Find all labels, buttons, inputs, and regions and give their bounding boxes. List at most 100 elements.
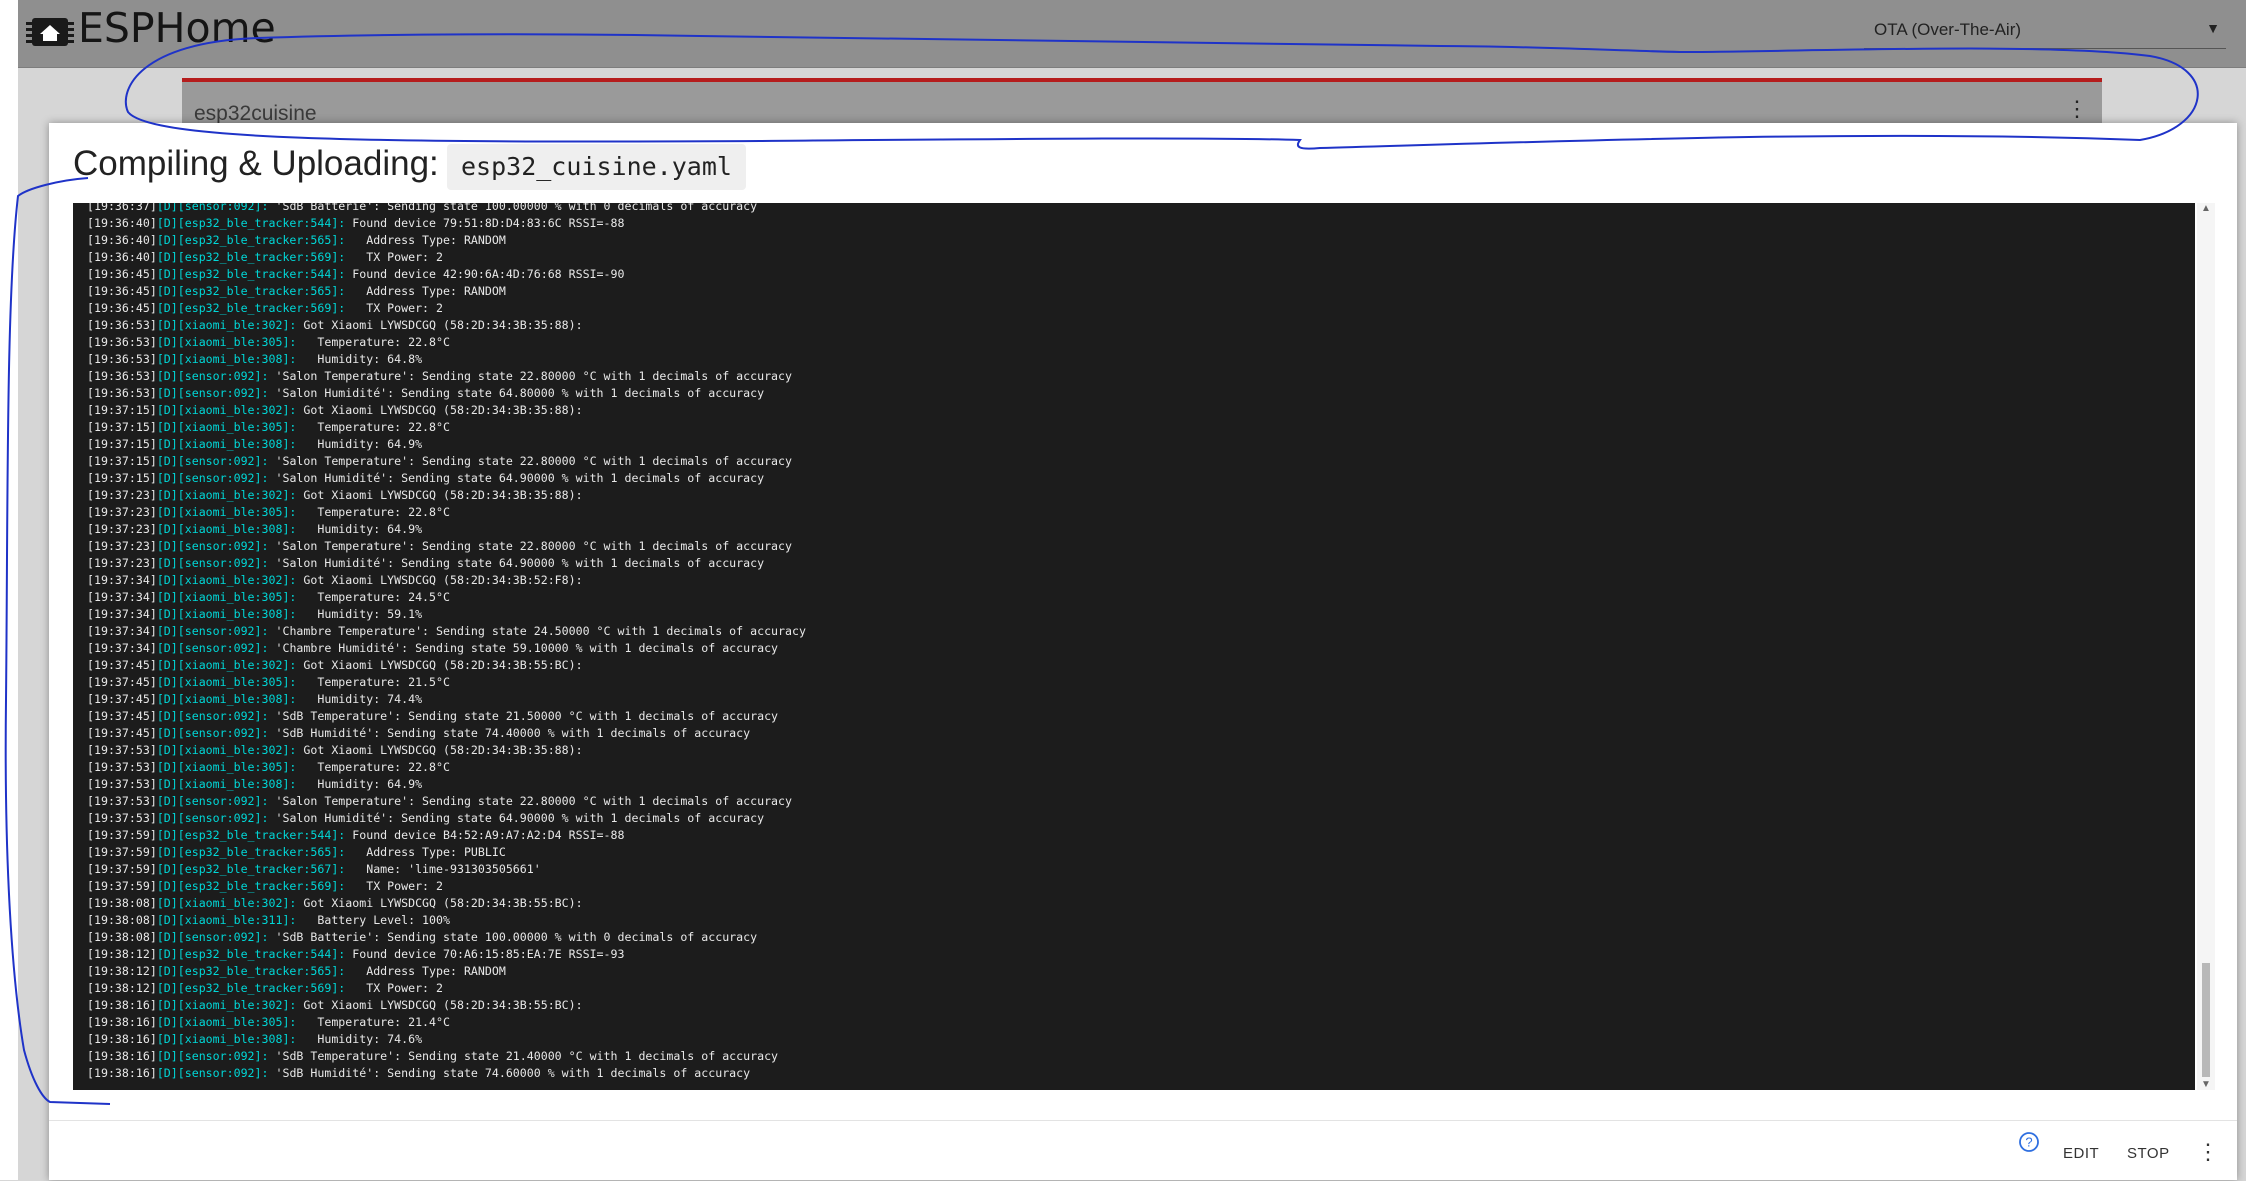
log-timestamp: [19:37:45] bbox=[87, 675, 157, 689]
log-message: Humidity: 64.9% bbox=[296, 522, 423, 536]
log-timestamp: [19:37:53] bbox=[87, 760, 157, 774]
dialog-actions: ? EDIT STOP ⋮ bbox=[49, 1120, 2237, 1181]
log-tag: [D][esp32_ble_tracker:565]: bbox=[156, 964, 346, 978]
log-timestamp: [19:38:16] bbox=[87, 1015, 157, 1029]
log-line: [19:38:08][D][sensor:092]: 'SdB Batterie… bbox=[87, 929, 806, 946]
log-tag: [D][esp32_ble_tracker:569]: bbox=[156, 981, 346, 995]
log-line: [19:37:15][D][xiaomi_ble:305]: Temperatu… bbox=[87, 419, 806, 436]
log-timestamp: [19:36:53] bbox=[87, 352, 157, 366]
log-tag: [D][sensor:092]: bbox=[156, 471, 269, 485]
scroll-down-arrow-icon[interactable]: ▼ bbox=[2201, 1079, 2211, 1090]
log-tag: [D][sensor:092]: bbox=[156, 641, 269, 655]
log-timestamp: [19:36:40] bbox=[87, 216, 157, 230]
log-tag: [D][xiaomi_ble:305]: bbox=[156, 590, 297, 604]
log-line: [19:37:34][D][xiaomi_ble:305]: Temperatu… bbox=[87, 589, 806, 606]
log-output-panel[interactable]: [19:36:37][D][sensor:092]: 'SdB Batterie… bbox=[73, 203, 2195, 1090]
log-message: 'Salon Humidité': Sending state 64.90000… bbox=[268, 811, 765, 825]
log-message: 'Salon Temperature': Sending state 22.80… bbox=[268, 794, 793, 808]
log-line: [19:37:53][D][xiaomi_ble:305]: Temperatu… bbox=[87, 759, 806, 776]
log-message: Got Xiaomi LYWSDCGQ (58:2D:34:3B:55:BC): bbox=[296, 896, 583, 910]
upload-method-select[interactable]: OTA (Over-The-Air) ▼ bbox=[1864, 12, 2226, 49]
edit-button[interactable]: EDIT bbox=[2063, 1145, 2099, 1162]
log-tag: [D][xiaomi_ble:305]: bbox=[156, 760, 297, 774]
log-line: [19:37:59][D][esp32_ble_tracker:565]: Ad… bbox=[87, 844, 806, 861]
log-timestamp: [19:36:45] bbox=[87, 284, 157, 298]
stop-button[interactable]: STOP bbox=[2127, 1145, 2170, 1162]
scrollbar-thumb[interactable] bbox=[2202, 963, 2210, 1077]
log-message: Temperature: 22.8°C bbox=[296, 335, 450, 349]
log-line: [19:37:53][D][xiaomi_ble:302]: Got Xiaom… bbox=[87, 742, 806, 759]
log-tag: [D][esp32_ble_tracker:569]: bbox=[156, 250, 346, 264]
log-message: 'SdB Batterie': Sending state 100.00000 … bbox=[268, 203, 758, 213]
log-tag: [D][xiaomi_ble:308]: bbox=[156, 1032, 297, 1046]
log-line: [19:38:08][D][xiaomi_ble:302]: Got Xiaom… bbox=[87, 895, 806, 912]
log-timestamp: [19:37:34] bbox=[87, 641, 157, 655]
help-circle-icon[interactable]: ? bbox=[2018, 1131, 2040, 1153]
log-message: TX Power: 2 bbox=[345, 301, 444, 315]
log-tag: [D][sensor:092]: bbox=[156, 556, 269, 570]
log-line: [19:36:37][D][sensor:092]: 'SdB Batterie… bbox=[87, 203, 806, 215]
more-vert-icon[interactable]: ⋮ bbox=[2066, 96, 2088, 122]
scroll-up-arrow-icon[interactable]: ▲ bbox=[2201, 203, 2211, 214]
log-message: 'SdB Temperature': Sending state 21.4000… bbox=[268, 1049, 779, 1063]
log-message: Got Xiaomi LYWSDCGQ (58:2D:34:3B:55:BC): bbox=[296, 998, 583, 1012]
log-timestamp: [19:38:16] bbox=[87, 1049, 157, 1063]
log-timestamp: [19:38:12] bbox=[87, 981, 157, 995]
log-message: Got Xiaomi LYWSDCGQ (58:2D:34:3B:35:88): bbox=[296, 403, 583, 417]
log-message: Name: 'lime-931303505661' bbox=[345, 862, 541, 876]
log-tag: [D][xiaomi_ble:302]: bbox=[156, 318, 297, 332]
log-timestamp: [19:36:45] bbox=[87, 301, 157, 315]
log-timestamp: [19:37:59] bbox=[87, 862, 157, 876]
log-message: Temperature: 22.8°C bbox=[296, 760, 450, 774]
log-line: [19:37:59][D][esp32_ble_tracker:544]: Fo… bbox=[87, 827, 806, 844]
log-line: [19:36:40][D][esp32_ble_tracker:569]: TX… bbox=[87, 249, 806, 266]
log-tag: [D][sensor:092]: bbox=[156, 811, 269, 825]
log-message: Got Xiaomi LYWSDCGQ (58:2D:34:3B:52:F8): bbox=[296, 573, 583, 587]
log-tag: [D][sensor:092]: bbox=[156, 624, 269, 638]
log-line: [19:38:12][D][esp32_ble_tracker:565]: Ad… bbox=[87, 963, 806, 980]
log-tag: [D][xiaomi_ble:302]: bbox=[156, 403, 297, 417]
log-message: 'SdB Humidité': Sending state 74.60000 %… bbox=[268, 1066, 751, 1080]
log-scrollbar[interactable]: ▲ ▼ bbox=[2197, 203, 2215, 1090]
log-timestamp: [19:38:08] bbox=[87, 930, 157, 944]
log-line: [19:38:16][D][xiaomi_ble:302]: Got Xiaom… bbox=[87, 997, 806, 1014]
log-line: [19:38:16][D][xiaomi_ble:308]: Humidity:… bbox=[87, 1031, 806, 1048]
log-tag: [D][esp32_ble_tracker:544]: bbox=[156, 828, 346, 842]
log-timestamp: [19:37:53] bbox=[87, 811, 157, 825]
log-tag: [D][sensor:092]: bbox=[156, 369, 269, 383]
more-vert-icon[interactable]: ⋮ bbox=[2197, 1139, 2219, 1165]
log-timestamp: [19:36:40] bbox=[87, 250, 157, 264]
upload-method-value: OTA (Over-The-Air) bbox=[1874, 20, 2022, 39]
log-timestamp: [19:37:15] bbox=[87, 437, 157, 451]
log-tag: [D][esp32_ble_tracker:544]: bbox=[156, 947, 346, 961]
log-tag: [D][xiaomi_ble:311]: bbox=[156, 913, 297, 927]
log-message: Found device B4:52:A9:A7:A2:D4 RSSI=-88 bbox=[345, 828, 625, 842]
log-timestamp: [19:37:15] bbox=[87, 420, 157, 434]
log-message: Humidity: 59.1% bbox=[296, 607, 423, 621]
log-tag: [D][xiaomi_ble:302]: bbox=[156, 488, 297, 502]
log-message: Temperature: 22.8°C bbox=[296, 505, 450, 519]
log-message: Found device 79:51:8D:D4:83:6C RSSI=-88 bbox=[345, 216, 625, 230]
log-line: [19:38:16][D][xiaomi_ble:305]: Temperatu… bbox=[87, 1014, 806, 1031]
log-timestamp: [19:37:59] bbox=[87, 879, 157, 893]
log-line: [19:37:45][D][sensor:092]: 'SdB Humidité… bbox=[87, 725, 806, 742]
log-tag: [D][esp32_ble_tracker:567]: bbox=[156, 862, 346, 876]
log-tag: [D][xiaomi_ble:305]: bbox=[156, 420, 297, 434]
log-tag: [D][xiaomi_ble:308]: bbox=[156, 692, 297, 706]
log-tag: [D][xiaomi_ble:302]: bbox=[156, 998, 297, 1012]
log-line: [19:37:34][D][sensor:092]: 'Chambre Temp… bbox=[87, 623, 806, 640]
caret-down-icon: ▼ bbox=[2206, 20, 2220, 36]
log-timestamp: [19:36:53] bbox=[87, 335, 157, 349]
log-message: Humidity: 64.9% bbox=[296, 437, 423, 451]
log-message: Found device 42:90:6A:4D:76:68 RSSI=-90 bbox=[345, 267, 625, 281]
log-tag: [D][xiaomi_ble:305]: bbox=[156, 675, 297, 689]
compile-upload-dialog: Compiling & Uploading: esp32_cuisine.yam… bbox=[49, 123, 2237, 1180]
log-timestamp: [19:37:45] bbox=[87, 692, 157, 706]
log-tag: [D][esp32_ble_tracker:569]: bbox=[156, 301, 346, 315]
log-tag: [D][sensor:092]: bbox=[156, 454, 269, 468]
log-message: Got Xiaomi LYWSDCGQ (58:2D:34:3B:35:88): bbox=[296, 318, 583, 332]
log-message: 'SdB Humidité': Sending state 74.40000 %… bbox=[268, 726, 751, 740]
log-message: Temperature: 21.4°C bbox=[296, 1015, 450, 1029]
log-message: 'Salon Humidité': Sending state 64.90000… bbox=[268, 556, 765, 570]
log-line: [19:37:45][D][xiaomi_ble:308]: Humidity:… bbox=[87, 691, 806, 708]
